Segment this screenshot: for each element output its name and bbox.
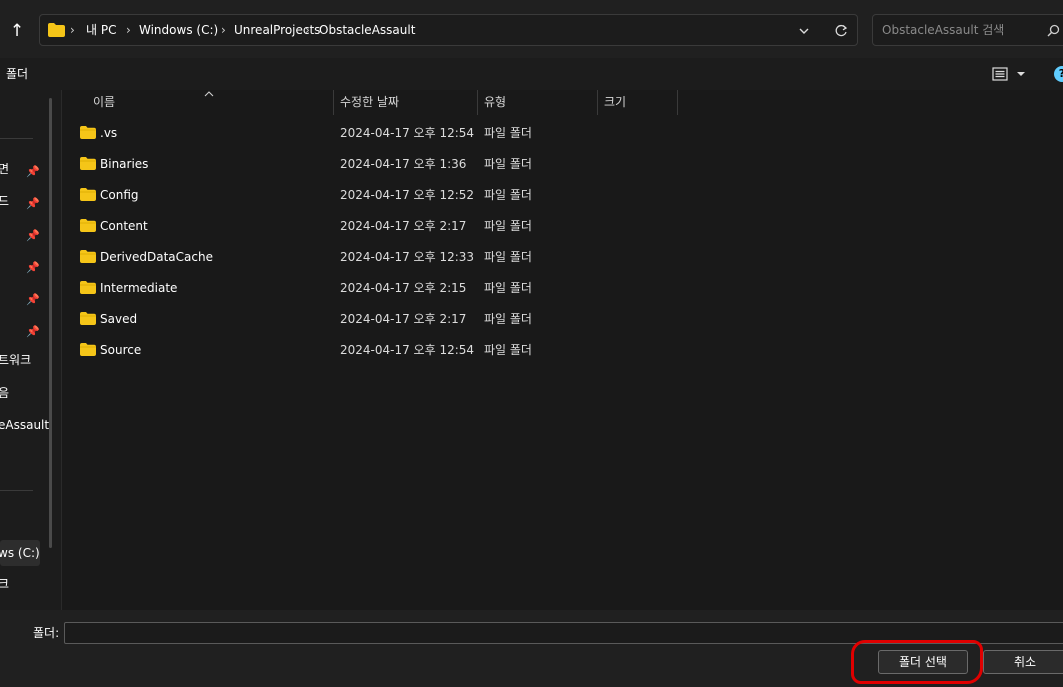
folder-icon <box>80 126 96 139</box>
file-row[interactable]: .vs 2024-04-17 오후 12:54 파일 폴더 <box>62 118 1063 149</box>
column-header-type[interactable]: 유형 <box>484 90 506 115</box>
nav-scrollbar[interactable] <box>49 98 52 548</box>
folder-icon <box>48 23 65 37</box>
folder-icon <box>80 188 96 201</box>
breadcrumb-current[interactable]: ObstacleAssault <box>319 15 415 45</box>
navigation-pane: 면 📌 드 📌 📌 📌 📌 📌 트워크 음 eAssault ws (C:) 크 <box>0 90 61 610</box>
search-box[interactable] <box>872 14 1063 46</box>
column-divider[interactable] <box>597 90 598 115</box>
nav-divider <box>0 138 33 139</box>
pin-icon[interactable]: 📌 <box>26 293 40 307</box>
quick-access-item[interactable]: eAssault <box>0 412 49 438</box>
file-type: 파일 폴더 <box>484 188 532 202</box>
quick-access-item[interactable]: 면 <box>0 156 9 182</box>
nav-item-label: 음 <box>0 386 10 400</box>
pin-icon[interactable]: 📌 <box>26 165 40 179</box>
file-date: 2024-04-17 오후 12:54 <box>340 343 475 357</box>
chevron-right-icon: › <box>70 23 75 37</box>
chevron-down-icon[interactable] <box>798 26 810 36</box>
breadcrumb-pc[interactable]: 내 PC <box>86 15 116 45</box>
nav-divider <box>0 490 33 491</box>
pin-icon[interactable]: 📌 <box>26 325 40 339</box>
file-row[interactable]: Source 2024-04-17 오후 12:54 파일 폴더 <box>62 335 1063 366</box>
file-date: 2024-04-17 오후 12:54 <box>340 126 475 140</box>
nav-item-label: 트워크 <box>0 353 32 367</box>
file-name: Content <box>100 219 148 233</box>
file-name: Intermediate <box>100 281 178 295</box>
file-type: 파일 폴더 <box>484 250 532 264</box>
pin-icon[interactable]: 📌 <box>26 229 40 243</box>
nav-item-label: 드 <box>0 194 10 208</box>
quick-access-item[interactable]: 음 <box>0 380 9 406</box>
folder-icon <box>80 157 96 170</box>
folder-icon <box>80 250 96 263</box>
file-date: 2024-04-17 오후 1:36 <box>340 157 467 171</box>
quick-access-item[interactable]: 드 <box>0 188 9 214</box>
file-name: .vs <box>100 126 118 140</box>
file-row[interactable]: Content 2024-04-17 오후 2:17 파일 폴더 <box>62 211 1063 242</box>
pin-icon[interactable]: 📌 <box>26 197 40 211</box>
command-bar: 폴더 ? <box>0 58 1063 90</box>
cancel-button[interactable]: 취소 <box>983 650 1063 674</box>
file-row[interactable]: Intermediate 2024-04-17 오후 2:15 파일 폴더 <box>62 273 1063 304</box>
nav-item-disk[interactable]: 크 <box>0 571 9 597</box>
address-bar[interactable]: › 내 PC › Windows (C:) › UnrealProjects ›… <box>39 14 858 46</box>
nav-item-label: 크 <box>0 577 10 591</box>
file-row[interactable]: DerivedDataCache 2024-04-17 오후 12:33 파일 폴더 <box>62 242 1063 273</box>
sort-ascending-icon <box>204 91 214 97</box>
folder-icon <box>80 312 96 325</box>
file-row[interactable]: Saved 2024-04-17 오후 2:17 파일 폴더 <box>62 304 1063 335</box>
file-type: 파일 폴더 <box>484 343 532 357</box>
folder-icon <box>80 219 96 232</box>
chevron-right-icon: › <box>221 23 226 37</box>
file-date: 2024-04-17 오후 2:15 <box>340 281 467 295</box>
chevron-right-icon: › <box>305 23 310 37</box>
file-name: Source <box>100 343 142 357</box>
column-header-size[interactable]: 크기 <box>604 90 626 115</box>
search-icon <box>1047 24 1060 37</box>
column-divider[interactable] <box>333 90 334 115</box>
folder-icon <box>80 343 96 356</box>
nav-item-drive-c[interactable]: ws (C:) <box>0 540 40 566</box>
file-name: Binaries <box>100 157 149 171</box>
file-type: 파일 폴더 <box>484 219 532 233</box>
file-date: 2024-04-17 오후 12:52 <box>340 188 475 202</box>
refresh-icon[interactable] <box>834 24 848 38</box>
file-date: 2024-04-17 오후 12:33 <box>340 250 475 264</box>
file-list: 이름 수정한 날짜 유형 크기 .vs 2024-04-17 오후 12:54 파일… <box>62 90 1063 610</box>
column-header-name[interactable]: 이름 <box>93 90 115 115</box>
column-divider[interactable] <box>677 90 678 115</box>
nav-item-label: eAssault <box>0 418 50 432</box>
file-type: 파일 폴더 <box>484 157 532 171</box>
file-name: DerivedDataCache <box>100 250 213 264</box>
up-arrow-icon[interactable]: ↑ <box>6 20 28 42</box>
view-dropdown-icon[interactable] <box>1016 70 1026 78</box>
view-options-icon[interactable] <box>992 67 1008 81</box>
help-icon[interactable]: ? <box>1054 66 1063 82</box>
file-name: Config <box>100 188 139 202</box>
breadcrumb-drive[interactable]: Windows (C:) <box>139 15 218 45</box>
folder-field-label: 폴더: <box>33 626 60 640</box>
quick-access-item[interactable]: 트워크 <box>0 347 31 373</box>
file-name: Saved <box>100 312 138 326</box>
file-date: 2024-04-17 오후 2:17 <box>340 312 467 326</box>
nav-item-label: ws (C:) <box>0 546 40 560</box>
file-type: 파일 폴더 <box>484 312 532 326</box>
file-date: 2024-04-17 오후 2:17 <box>340 219 467 233</box>
highlight-annotation <box>851 640 983 684</box>
nav-item-label: 면 <box>0 162 10 176</box>
file-row[interactable]: Config 2024-04-17 오후 12:52 파일 폴더 <box>62 180 1063 211</box>
file-type: 파일 폴더 <box>484 281 532 295</box>
search-input[interactable] <box>882 15 1052 45</box>
column-header-date[interactable]: 수정한 날짜 <box>340 90 399 115</box>
pin-icon[interactable]: 📌 <box>26 261 40 275</box>
file-type: 파일 폴더 <box>484 126 532 140</box>
file-row[interactable]: Binaries 2024-04-17 오후 1:36 파일 폴더 <box>62 149 1063 180</box>
column-divider[interactable] <box>477 90 478 115</box>
chevron-right-icon: › <box>126 23 131 37</box>
folder-icon <box>80 281 96 294</box>
new-folder-button[interactable]: 폴더 <box>6 65 28 82</box>
